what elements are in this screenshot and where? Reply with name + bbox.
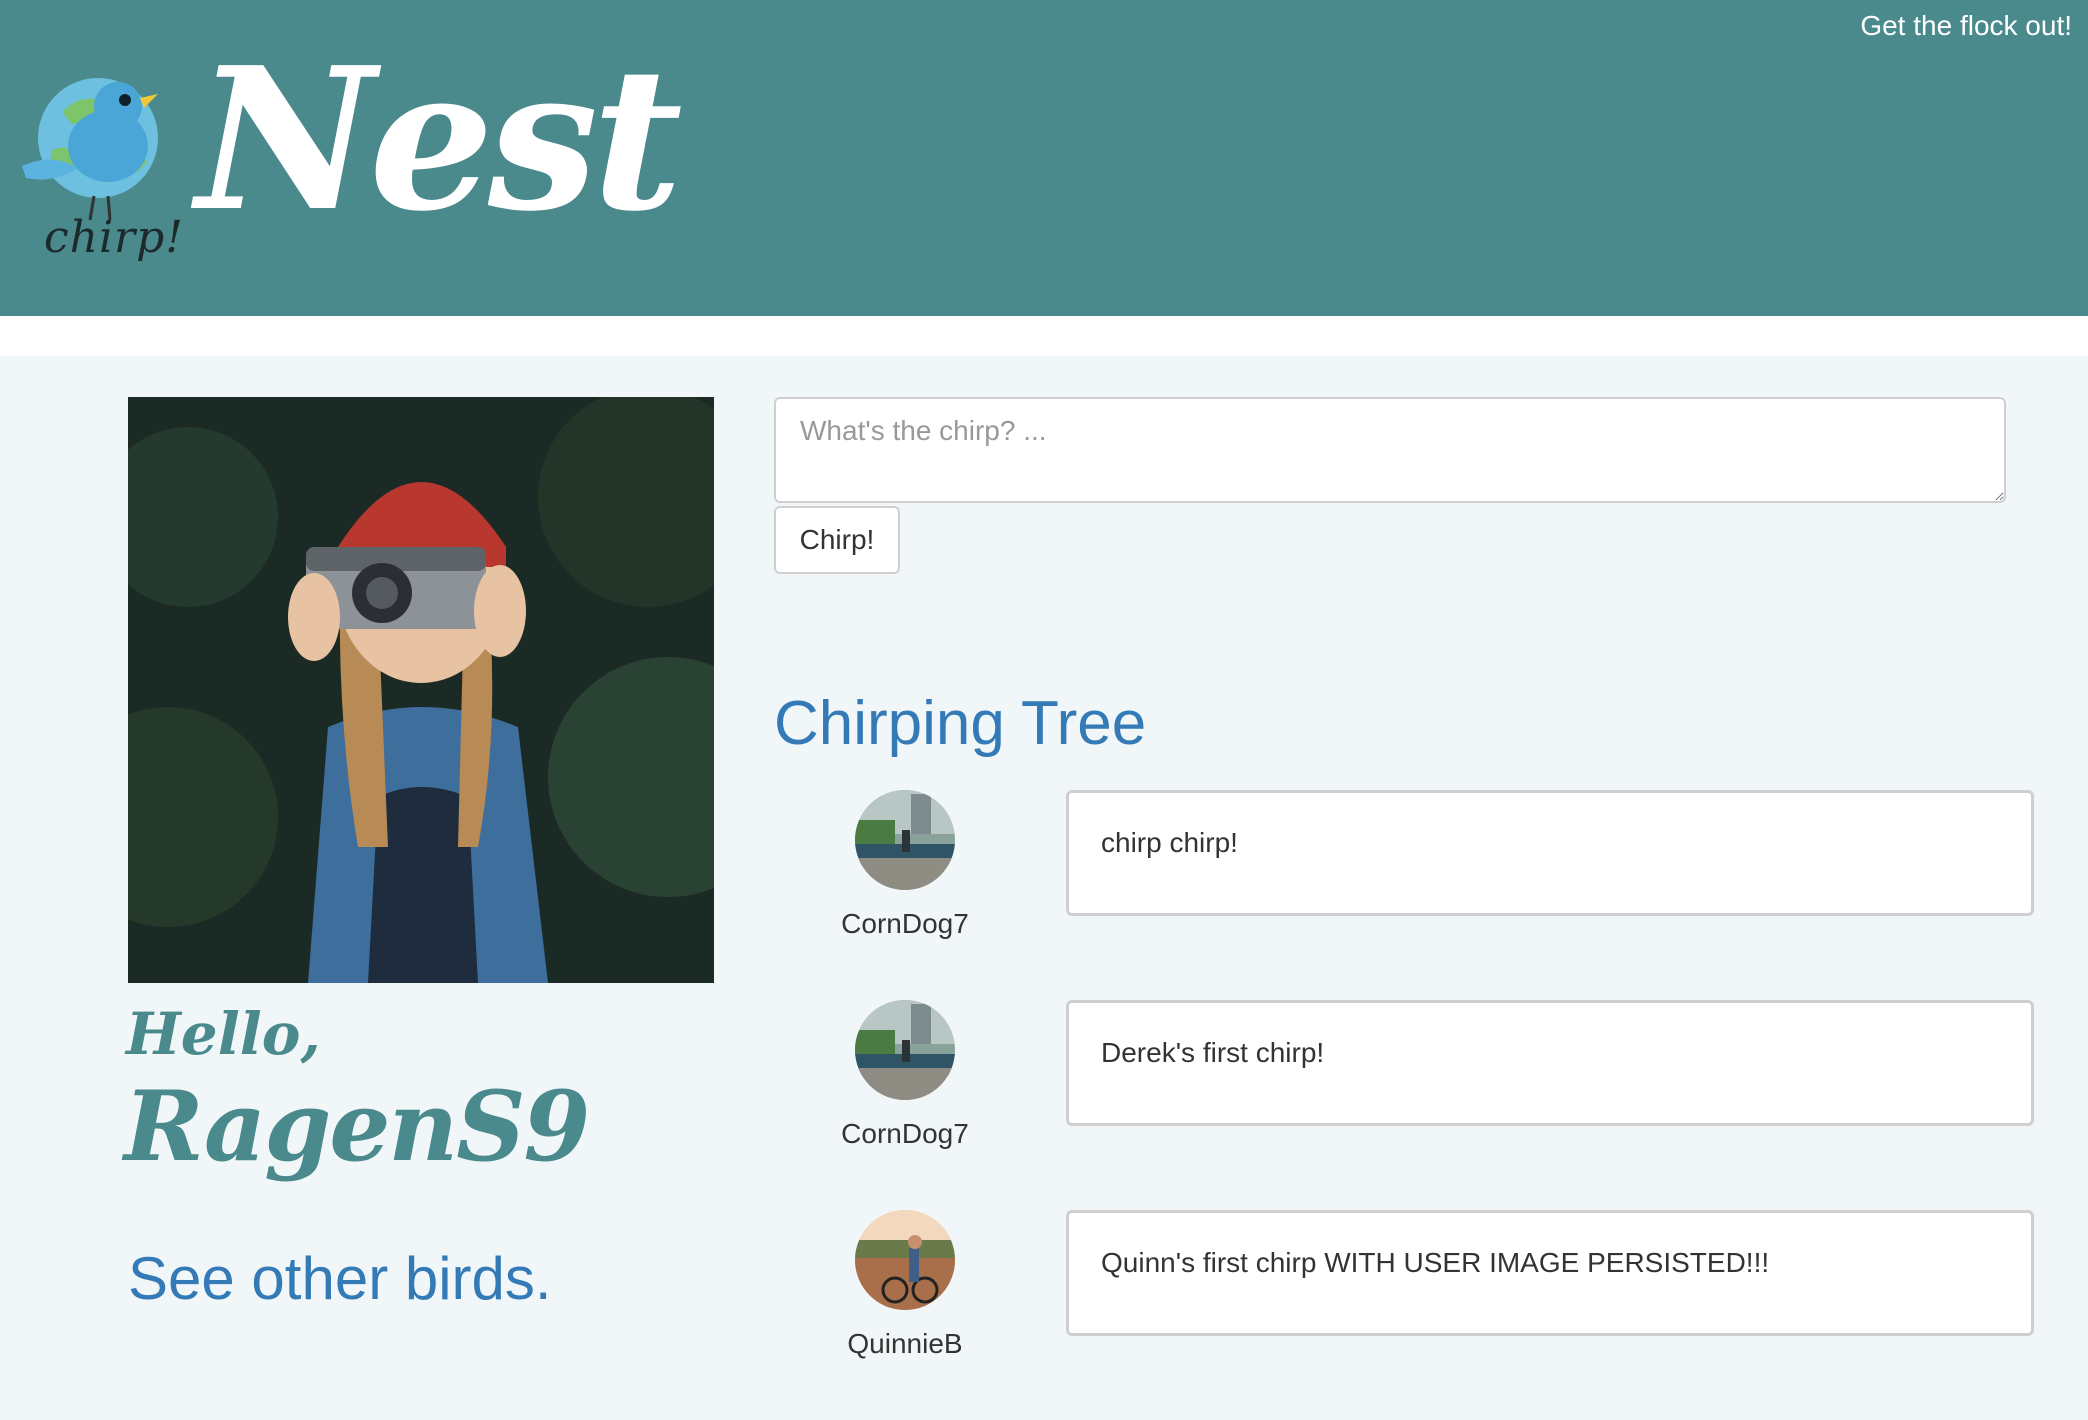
- logo-caption: chirp!: [44, 212, 184, 263]
- avatar[interactable]: [855, 1000, 955, 1100]
- avatar[interactable]: [855, 1210, 955, 1310]
- chirp-button[interactable]: Chirp!: [774, 506, 900, 574]
- feed-item: CornDog7 chirp chirp!: [0, 790, 2088, 1000]
- author-name[interactable]: CornDog7: [780, 1118, 1030, 1150]
- user-avatar-image: [855, 790, 955, 890]
- logout-link[interactable]: Get the flock out!: [1860, 10, 2072, 42]
- site-header: Get the flock out! chirp! Nest: [0, 0, 2088, 316]
- chirp-text: chirp chirp!: [1066, 790, 2034, 916]
- user-avatar-image: [855, 1000, 955, 1100]
- chirp-text: Quinn's first chirp WITH USER IMAGE PERS…: [1066, 1210, 2034, 1336]
- bird-globe-icon: [22, 78, 158, 221]
- author-name[interactable]: QuinnieB: [780, 1328, 1030, 1360]
- feed-item: CornDog7 Derek's first chirp!: [0, 1000, 2088, 1210]
- chirp-text: Derek's first chirp!: [1066, 1000, 2034, 1126]
- chirp-input[interactable]: [774, 397, 2006, 503]
- feed-title: Chirping Tree: [774, 689, 1147, 758]
- user-avatar-image: [855, 1210, 955, 1310]
- feed-item: QuinnieB Quinn's first chirp WITH USER I…: [0, 1210, 2088, 1420]
- avatar[interactable]: [855, 790, 955, 890]
- header-divider: [0, 316, 2088, 356]
- brand-title[interactable]: Nest: [196, 42, 683, 238]
- author-name[interactable]: CornDog7: [780, 908, 1030, 940]
